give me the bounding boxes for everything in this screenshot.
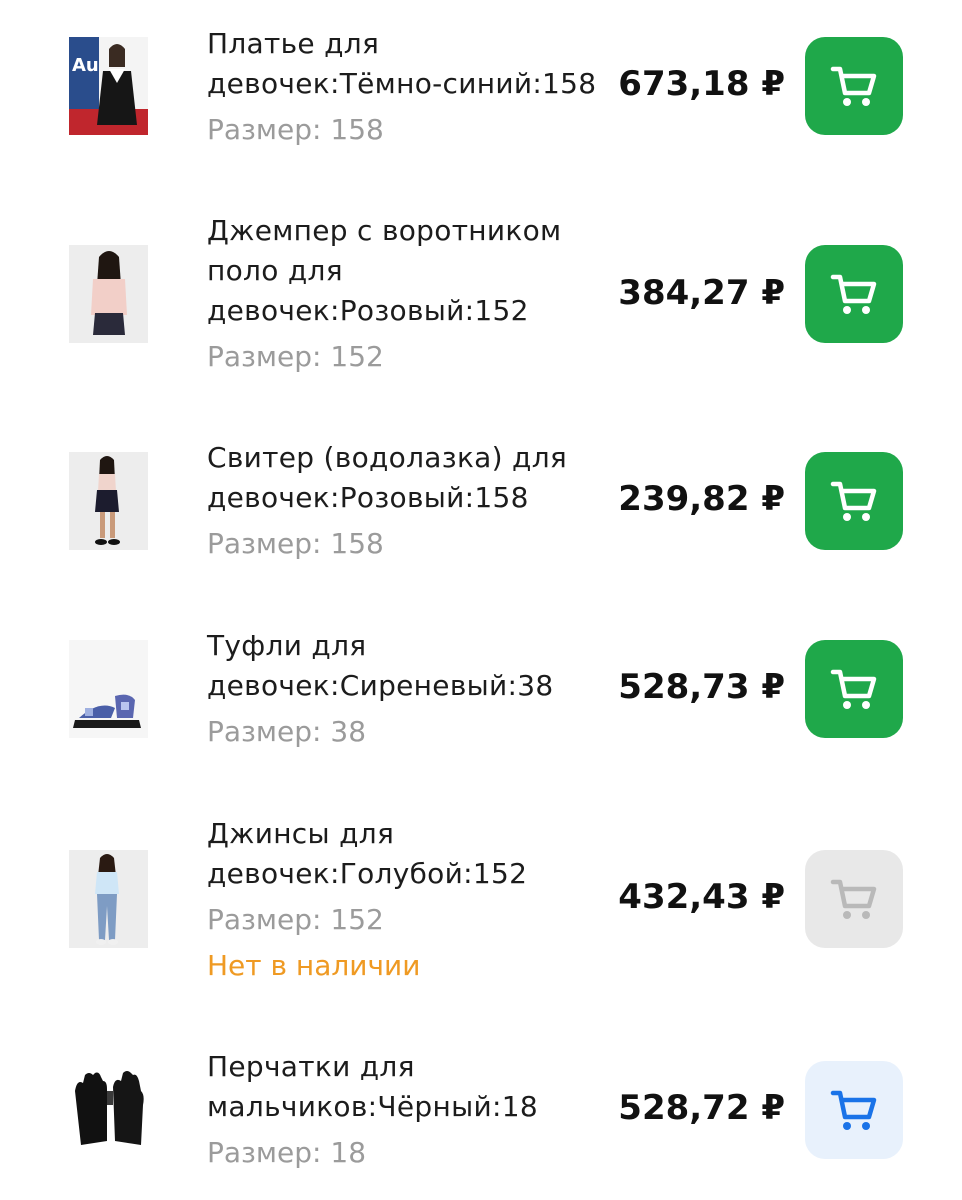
cart-icon — [830, 879, 877, 919]
product-title[interactable]: Перчатки для мальчиков:Чёрный:18 — [207, 1047, 617, 1127]
add-to-cart-button[interactable] — [805, 245, 903, 343]
product-size: Размер: 38 — [207, 715, 367, 748]
product-size: Размер: 152 — [207, 340, 384, 373]
product-title[interactable]: Платье для девочек:Тёмно-синий:158 — [207, 24, 617, 104]
product-image-jumper[interactable] — [69, 245, 148, 343]
product-price: 239,82 ₽ — [618, 479, 785, 519]
product-image-sweater[interactable] — [69, 452, 148, 550]
product-title[interactable]: Джемпер с воротником поло для девочек:Ро… — [207, 211, 617, 331]
product-price: 673,18 ₽ — [618, 64, 785, 104]
add-to-cart-button[interactable] — [805, 640, 903, 738]
cart-icon — [830, 1090, 877, 1130]
product-size: Размер: 18 — [207, 1136, 367, 1169]
product-size: Размер: 158 — [207, 527, 384, 560]
product-title[interactable]: Туфли для девочек:Сиреневый:38 — [207, 626, 617, 706]
cart-icon — [830, 481, 877, 521]
product-image-sandals[interactable] — [69, 640, 148, 738]
product-price: 432,43 ₽ — [618, 877, 785, 917]
product-price: 528,73 ₽ — [618, 667, 785, 707]
product-title[interactable]: Джинсы для девочек:Голубой:152 — [207, 814, 617, 894]
product-price: 528,72 ₽ — [618, 1088, 785, 1128]
out-of-stock-label: Нет в наличии — [207, 949, 421, 982]
product-image-dress[interactable]: Au — [69, 37, 148, 135]
add-to-cart-button[interactable] — [805, 452, 903, 550]
cart-icon — [830, 66, 877, 106]
cart-icon — [830, 274, 877, 314]
cart-product-list: Au Платье для девочек:Тёмно-синий:158 Ра… — [0, 0, 962, 1200]
cart-icon — [830, 669, 877, 709]
product-price: 384,27 ₽ — [618, 273, 785, 313]
add-to-cart-button-disabled[interactable] — [805, 850, 903, 948]
product-image-gloves[interactable] — [69, 1061, 148, 1159]
product-size: Размер: 152 — [207, 903, 384, 936]
product-title[interactable]: Свитер (водолазка) для девочек:Розовый:1… — [207, 438, 617, 518]
product-size: Размер: 158 — [207, 113, 384, 146]
svg-text:Au: Au — [72, 55, 99, 76]
add-to-cart-button[interactable] — [805, 37, 903, 135]
product-image-jeans[interactable] — [69, 850, 148, 948]
add-to-cart-button[interactable] — [805, 1061, 903, 1159]
